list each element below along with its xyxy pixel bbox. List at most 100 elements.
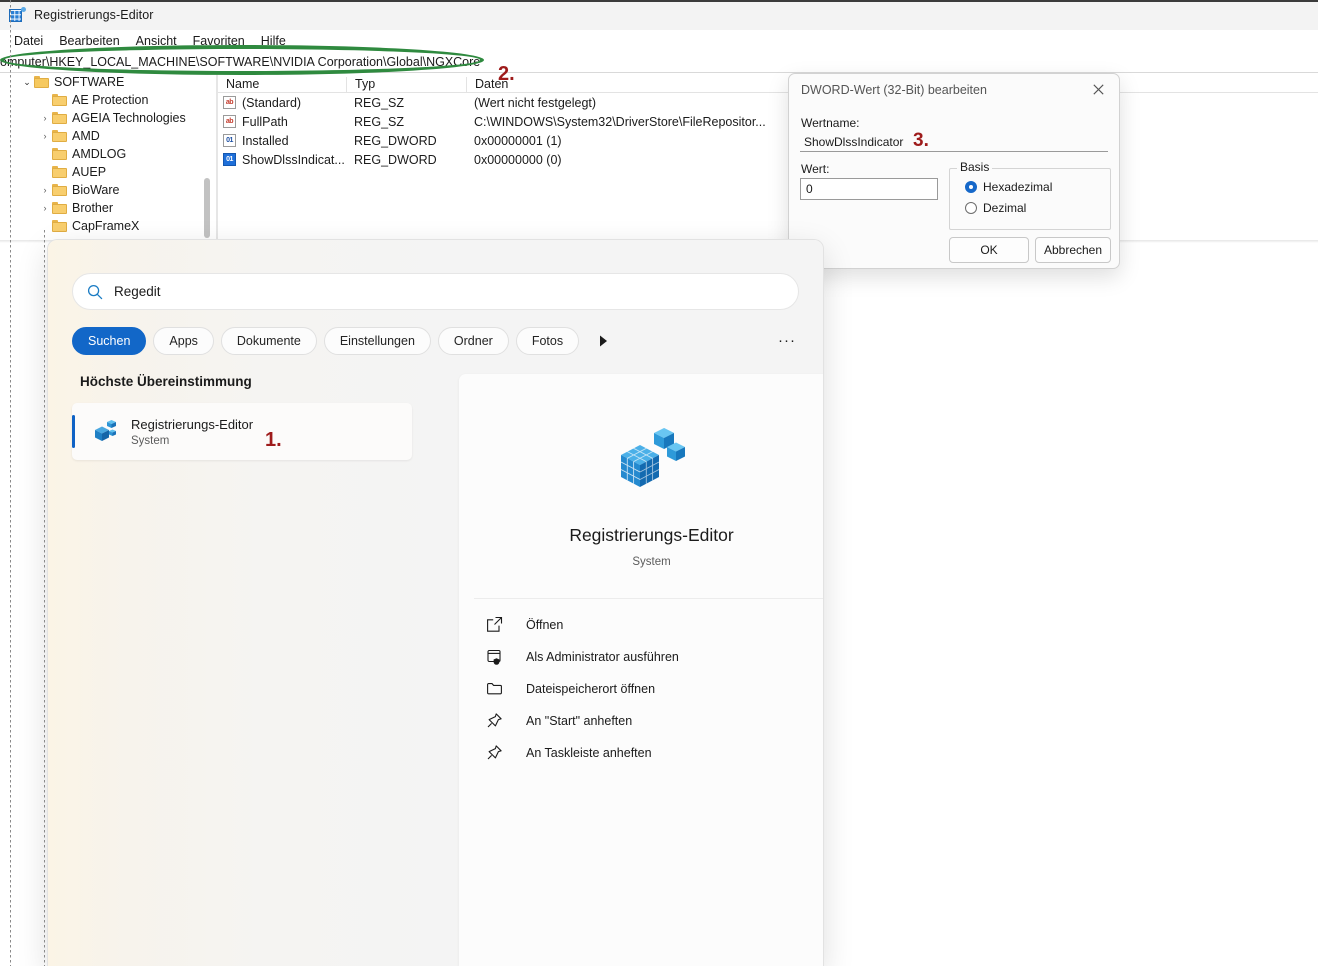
table-row[interactable]: ab FullPath REG_SZ C:\WINDOWS\System32\Driv…	[218, 112, 1318, 131]
column-header-name[interactable]: Name	[218, 77, 346, 92]
registry-editor-large-icon	[613, 425, 691, 499]
dword-value-icon: 01	[223, 134, 236, 147]
tree-item-ageia-technologies[interactable]: › AGEIA Technologies	[0, 109, 200, 127]
annotation-marker-2: 2.	[498, 63, 515, 85]
pin-icon	[486, 744, 504, 762]
values-column-headers: Name Typ Daten	[218, 73, 1318, 93]
app-preview-pane: Registrierungs-Editor System Öffnen Als …	[459, 374, 823, 966]
tree-item-amdlog[interactable]: AMDLOG	[0, 145, 200, 163]
filter-fotos[interactable]: Fotos	[515, 327, 580, 355]
pin-icon	[486, 712, 504, 730]
best-match-texts: Registrierungs-Editor System	[131, 417, 253, 447]
best-match-title: Registrierungs-Editor	[131, 416, 254, 432]
tree-item-label: Brother	[72, 201, 113, 215]
folder-icon	[486, 680, 504, 698]
close-icon[interactable]	[1077, 74, 1119, 105]
folder-icon	[52, 112, 67, 124]
action-an-start-anheften-label: An "Start" anheften	[526, 714, 633, 728]
filter-dokumente[interactable]: Dokumente	[220, 327, 317, 355]
filter-einstellungen[interactable]: Einstellungen	[323, 327, 431, 355]
folder-icon	[52, 94, 67, 106]
basis-legend: Basis	[957, 160, 993, 174]
menu-datei[interactable]: Datei	[6, 32, 51, 50]
tree-item-software[interactable]: ⌄ SOFTWARE	[0, 73, 200, 91]
wert-label: Wert:	[801, 162, 830, 176]
radio-dezimal[interactable]: Dezimal	[965, 201, 1026, 215]
value-type-cell: REG_SZ	[354, 114, 405, 129]
selection-indicator	[72, 415, 75, 448]
chevron-right-icon[interactable]: ›	[38, 109, 52, 127]
chevron-right-icon[interactable]: ›	[38, 199, 52, 217]
folder-icon	[34, 76, 49, 88]
shield-admin-icon	[486, 648, 504, 666]
tree-item-label: CapFrameX	[72, 219, 140, 233]
filter-ordner[interactable]: Ordner	[437, 327, 509, 355]
filter-apps[interactable]: Apps	[153, 327, 214, 355]
regedit-window: Registrierungs-Editor Datei Bearbeiten A…	[0, 0, 1318, 240]
dword-dialog-title: DWORD-Wert (32-Bit) bearbeiten	[801, 83, 987, 97]
annotation-marker-1: 1.	[265, 429, 282, 451]
preview-divider	[474, 598, 823, 599]
windows-search-panel: Regedit Suchen Apps Dokumente Einstellun…	[48, 240, 823, 966]
search-input-box[interactable]: Regedit	[72, 273, 799, 310]
search-icon	[87, 284, 103, 300]
tree-item-label: BioWare	[72, 183, 120, 197]
dword-dialog-titlebar: DWORD-Wert (32-Bit) bearbeiten	[789, 74, 1119, 106]
crop-guide-left	[10, 0, 11, 966]
action-dateispeicherort-label: Dateispeicherort öffnen	[526, 682, 656, 696]
tree-item-capframex[interactable]: CapFrameX	[0, 217, 200, 235]
tree-item-brother[interactable]: › Brother	[0, 199, 200, 217]
tree-item-bioware[interactable]: › BioWare	[0, 181, 200, 199]
tree-item-auep[interactable]: AUEP	[0, 163, 200, 181]
tree-item-label: AGEIA Technologies	[72, 111, 186, 125]
tree-item-label: AE Protection	[72, 93, 149, 107]
regedit-address-bar[interactable]: omputer\HKEY_LOCAL_MACHINE\SOFTWARE\NVID…	[0, 52, 1318, 73]
menu-hilfe[interactable]: Hilfe	[253, 32, 294, 50]
wert-input[interactable]	[800, 178, 938, 200]
best-match-result-item[interactable]: Registrierungs-Editor System	[72, 403, 412, 460]
annotation-marker-3: 3.	[913, 130, 929, 151]
ok-button[interactable]: OK	[949, 237, 1029, 263]
menu-bearbeiten[interactable]: Bearbeiten	[51, 32, 127, 50]
tree-item-ae-protection[interactable]: AE Protection	[0, 91, 200, 109]
screenshot-root: Registrierungs-Editor Datei Bearbeiten A…	[0, 0, 1318, 966]
table-row[interactable]: ab (Standard) REG_SZ (Wert nicht festgelegt…	[218, 93, 1318, 112]
menu-favoriten[interactable]: Favoriten	[185, 32, 253, 50]
action-als-administrator[interactable]: Als Administrator ausführen	[459, 641, 823, 673]
table-row[interactable]: 01 Installed REG_DWORD 0x00000001 (1)	[218, 131, 1318, 150]
value-type-cell: REG_DWORD	[354, 133, 437, 148]
registry-tree-pane[interactable]: ⌄ SOFTWARE AE Protection › AGEIA Technologie…	[0, 73, 200, 240]
wertname-label: Wertname:	[801, 116, 860, 130]
chevron-right-icon[interactable]: ›	[38, 181, 52, 199]
value-name-text: Installed	[242, 133, 289, 148]
tree-vertical-scrollbar[interactable]	[200, 73, 216, 240]
action-dateispeicherort[interactable]: Dateispeicherort öffnen	[459, 673, 823, 705]
registry-path-text: omputer\HKEY_LOCAL_MACHINE\SOFTWARE\NVID…	[0, 55, 481, 69]
folder-icon	[52, 184, 67, 196]
table-row[interactable]: 01 ShowDlssIndicat... REG_DWORD 0x00000000 …	[218, 150, 1318, 169]
registry-editor-icon	[92, 419, 118, 445]
crop-guide-panel	[44, 230, 45, 966]
tree-item-label: AMD	[72, 129, 100, 143]
chevron-right-icon[interactable]	[594, 329, 612, 353]
tree-item-amd[interactable]: › AMD	[0, 127, 200, 145]
chevron-down-icon[interactable]: ⌄	[20, 73, 34, 91]
filter-suchen[interactable]: Suchen	[72, 327, 147, 355]
radio-hexadezimal-indicator	[965, 181, 977, 193]
wertname-input[interactable]	[800, 132, 1108, 152]
registry-values-pane[interactable]: Name Typ Daten ab (Standard) REG_SZ (Wert n…	[218, 73, 1318, 240]
action-oeffnen[interactable]: Öffnen	[459, 609, 823, 641]
regedit-menubar: Datei Bearbeiten Ansicht Favoriten Hilfe	[0, 30, 1318, 52]
regedit-window-title: Registrierungs-Editor	[34, 8, 154, 22]
radio-hexadezimal[interactable]: Hexadezimal	[965, 180, 1052, 194]
action-an-taskleiste-anheften[interactable]: An Taskleiste anheften	[459, 737, 823, 769]
action-an-start-anheften[interactable]: An "Start" anheften	[459, 705, 823, 737]
column-header-typ[interactable]: Typ	[346, 77, 466, 92]
tree-scrollbar-thumb[interactable]	[204, 178, 210, 238]
ellipsis-icon[interactable]: ···	[775, 328, 799, 352]
value-name-cell: ab FullPath	[218, 115, 346, 129]
menu-ansicht[interactable]: Ansicht	[128, 32, 185, 50]
chevron-right-icon[interactable]: ›	[38, 127, 52, 145]
string-value-icon: ab	[223, 96, 236, 109]
cancel-button[interactable]: Abbrechen	[1035, 237, 1111, 263]
